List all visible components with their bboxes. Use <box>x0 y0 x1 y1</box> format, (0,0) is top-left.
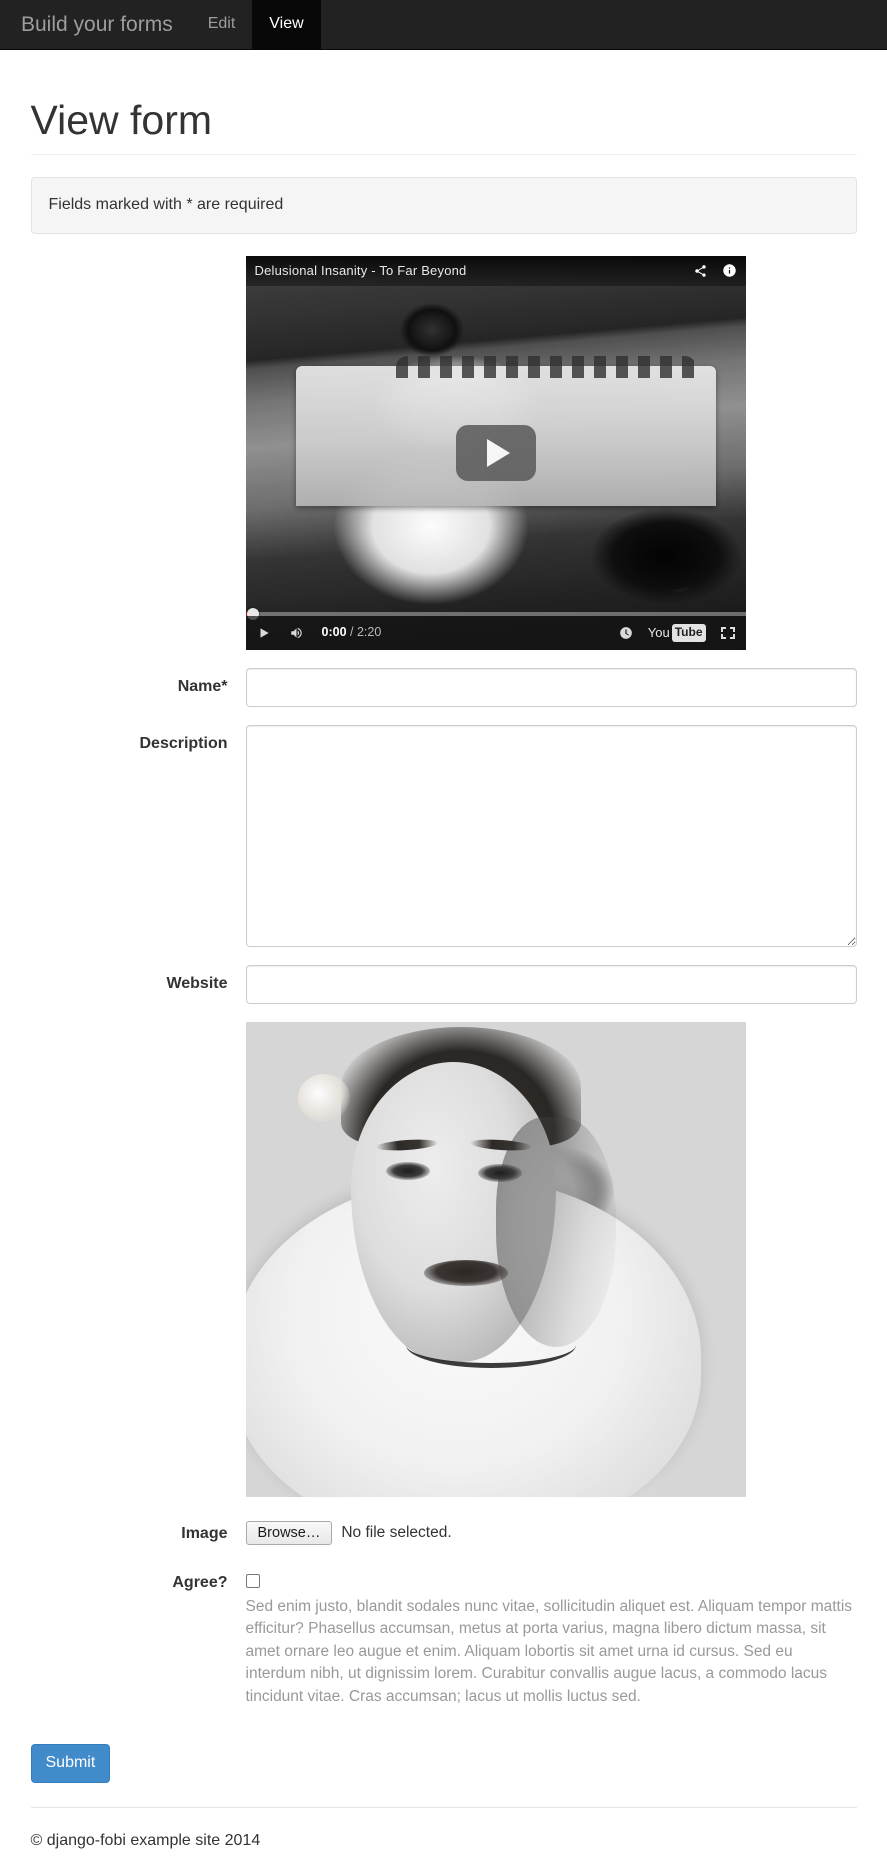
name-input[interactable] <box>245 667 857 707</box>
video-controls: 0:00 / 2:20 You Tube <box>245 615 746 650</box>
video-play-button[interactable] <box>455 424 536 481</box>
youtube-logo-tube: Tube <box>671 624 706 642</box>
info-icon[interactable] <box>722 263 737 278</box>
agree-field-wrap: Sed enim justo, blandit sodales nunc vit… <box>245 1564 857 1708</box>
video-controls-left: 0:00 / 2:20 <box>257 624 382 642</box>
photo-choker <box>405 1322 576 1368</box>
youtube-player[interactable]: Delusional Insanity - To Far Beyond 0:00… <box>245 255 746 650</box>
description-textarea[interactable] <box>245 724 857 947</box>
video-body: Delusional Insanity - To Far Beyond 0:00… <box>245 255 857 650</box>
form-image <box>245 1021 746 1497</box>
video-time: 0:00 / 2:20 <box>322 624 382 642</box>
website-field-wrap <box>245 964 857 1004</box>
description-field-wrap <box>245 724 857 947</box>
required-fields-alert: Fields marked with * are required <box>30 177 857 234</box>
video-current-time: 0:00 <box>321 625 347 640</box>
nav-tab-edit[interactable]: Edit <box>191 0 253 49</box>
form-group-name: Name* <box>31 667 857 707</box>
fullscreen-icon[interactable] <box>720 626 735 639</box>
photo-label-spacer <box>31 1022 246 1497</box>
video-row: Delusional Insanity - To Far Beyond 0:00… <box>31 255 857 650</box>
play-icon-button[interactable] <box>257 626 271 640</box>
photo-lips <box>423 1259 508 1286</box>
submit-button[interactable]: Submit <box>30 1744 111 1783</box>
footer-copyright: © django-fobi example site 2014 <box>30 1831 261 1849</box>
video-duration: 2:20 <box>356 625 382 640</box>
form-group-website: Website <box>31 964 857 1004</box>
image-field-wrap: Browse… No file selected. <box>245 1515 857 1545</box>
navbar-nav: Edit View <box>191 0 321 49</box>
label-website: Website <box>166 974 228 992</box>
video-label-spacer <box>31 256 246 650</box>
form-group-image: Image Browse… No file selected. <box>31 1515 857 1546</box>
photo-row <box>31 1021 857 1497</box>
top-navbar: Build your forms Edit View <box>0 0 887 50</box>
label-agree: Agree? <box>172 1573 228 1591</box>
label-name: Name* <box>177 677 228 695</box>
page-title: View form <box>30 97 213 143</box>
photo-flower <box>297 1073 350 1122</box>
video-top-icons <box>693 263 737 278</box>
share-icon[interactable] <box>693 264 708 278</box>
form-group-agree: Agree? Sed enim justo, blandit sodales n… <box>31 1564 857 1708</box>
agree-help-text: Sed enim justo, blandit sodales nunc vit… <box>245 1597 853 1705</box>
youtube-logo[interactable]: You Tube <box>648 624 706 643</box>
form-group-description: Description <box>31 724 857 947</box>
name-field-wrap <box>245 667 857 707</box>
page-footer: © django-fobi example site 2014 <box>30 1806 857 1853</box>
file-status-text: No file selected. <box>341 1523 452 1541</box>
label-description: Description <box>139 734 228 752</box>
video-time-separator: / <box>350 625 354 640</box>
website-input[interactable] <box>245 964 857 1004</box>
photo-body <box>245 1021 857 1497</box>
video-thumbnail-dots <box>395 355 696 378</box>
file-input-row: Browse… No file selected. <box>245 1515 857 1545</box>
agree-checkbox[interactable] <box>245 1573 260 1588</box>
label-image: Image <box>181 1524 228 1542</box>
video-title: Delusional Insanity - To Far Beyond <box>254 262 467 278</box>
page-header: View form <box>30 97 857 156</box>
video-controls-right: You Tube <box>619 624 735 643</box>
play-icon <box>486 438 510 467</box>
youtube-logo-you: You <box>647 624 670 640</box>
navbar-brand[interactable]: Build your forms <box>0 0 191 49</box>
page-container: View form Fields marked with * are requi… <box>16 97 872 1853</box>
clock-icon[interactable] <box>619 626 633 640</box>
volume-icon[interactable] <box>288 626 305 640</box>
browse-button[interactable]: Browse… <box>245 1520 333 1545</box>
photo-eye-right <box>477 1163 522 1182</box>
video-top-bar: Delusional Insanity - To Far Beyond <box>245 255 746 286</box>
photo-face-shadow <box>495 1116 616 1347</box>
nav-tab-view[interactable]: View <box>252 0 321 49</box>
photo-eye-left <box>385 1161 430 1180</box>
